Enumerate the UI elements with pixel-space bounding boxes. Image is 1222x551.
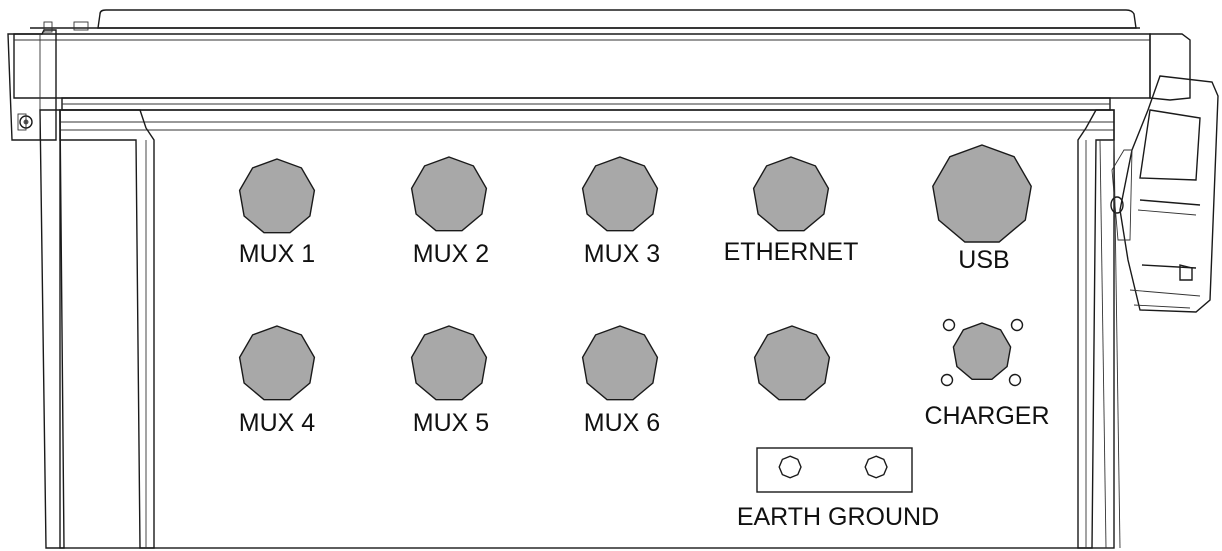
earth-ground-terminal bbox=[778, 455, 802, 479]
port-label-mux-2: MUX 2 bbox=[413, 240, 489, 268]
port-usb bbox=[932, 144, 1032, 243]
port-label-ethernet: ETHERNET bbox=[724, 238, 859, 266]
port-label-charger: CHARGER bbox=[924, 402, 1049, 430]
port-mux-5 bbox=[410, 325, 488, 401]
enclosure-diagram: MUX 1 MUX 2 MUX 3 ETHERNET USB MUX 4 MUX… bbox=[0, 0, 1222, 551]
port-ethernet bbox=[752, 156, 830, 232]
port-charger bbox=[952, 322, 1012, 380]
earth-ground-terminal bbox=[864, 455, 888, 479]
port-label-mux-4: MUX 4 bbox=[239, 409, 316, 437]
ports bbox=[238, 144, 1032, 401]
right-latch bbox=[1110, 33, 1219, 313]
enclosure-lid bbox=[7, 9, 1151, 141]
port-unlabeled bbox=[753, 325, 831, 401]
port-mux-6 bbox=[581, 325, 659, 401]
enclosure-drawing: MUX 1 MUX 2 MUX 3 ETHERNET USB MUX 4 MUX… bbox=[7, 9, 1219, 549]
port-mux-4 bbox=[238, 325, 316, 401]
port-label-mux-1: MUX 1 bbox=[239, 240, 315, 268]
port-label-usb: USB bbox=[958, 246, 1009, 274]
port-mux-2 bbox=[410, 156, 488, 232]
port-label-mux-3: MUX 3 bbox=[584, 240, 660, 268]
port-mux-3 bbox=[581, 156, 659, 232]
earth-ground-plate bbox=[756, 447, 913, 493]
earth-ground-label: EARTH GROUND bbox=[737, 503, 939, 531]
port-label-mux-6: MUX 6 bbox=[584, 409, 660, 437]
port-mux-1 bbox=[238, 158, 316, 234]
port-label-mux-5: MUX 5 bbox=[413, 409, 489, 437]
